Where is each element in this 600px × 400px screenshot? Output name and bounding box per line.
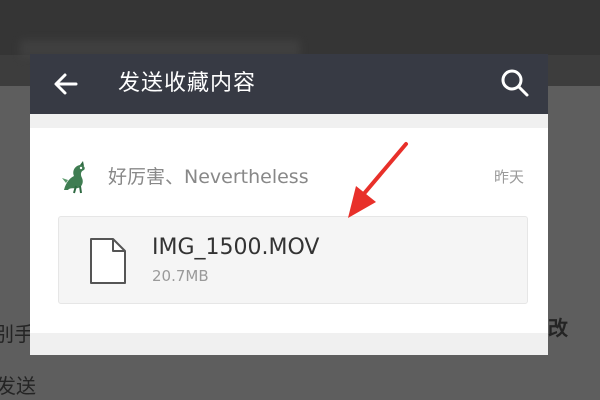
arrow-left-icon [54, 73, 78, 95]
red-arrow-annotation [348, 142, 408, 218]
item-date: 昨天 [493, 168, 524, 186]
send-favorites-dialog: 发送收藏内容 好厉害、Nevertheless 昨天 IMG_1500.MOV … [30, 54, 548, 355]
dialog-title: 发送收藏内容 [118, 71, 257, 96]
search-icon [501, 69, 529, 97]
favorite-item[interactable]: 好厉害、Nevertheless 昨天 IMG_1500.MOV 20.7MB [30, 128, 548, 333]
dialog-header: 发送收藏内容 [30, 54, 548, 114]
file-icon [90, 238, 126, 284]
back-button[interactable] [48, 66, 84, 102]
dragon-avatar [62, 161, 85, 194]
background-text: 别手 [0, 322, 34, 346]
background-text: 改 [548, 316, 568, 340]
background-text: 发送 [0, 374, 36, 398]
file-name: IMG_1500.MOV [152, 235, 320, 260]
file-attachment[interactable]: IMG_1500.MOV 20.7MB [58, 216, 528, 304]
sender-row: 好厉害、Nevertheless 昨天 [54, 156, 524, 196]
sender-name: 好厉害、Nevertheless [108, 166, 309, 188]
search-button[interactable] [496, 64, 534, 102]
file-size: 20.7MB [152, 267, 209, 285]
